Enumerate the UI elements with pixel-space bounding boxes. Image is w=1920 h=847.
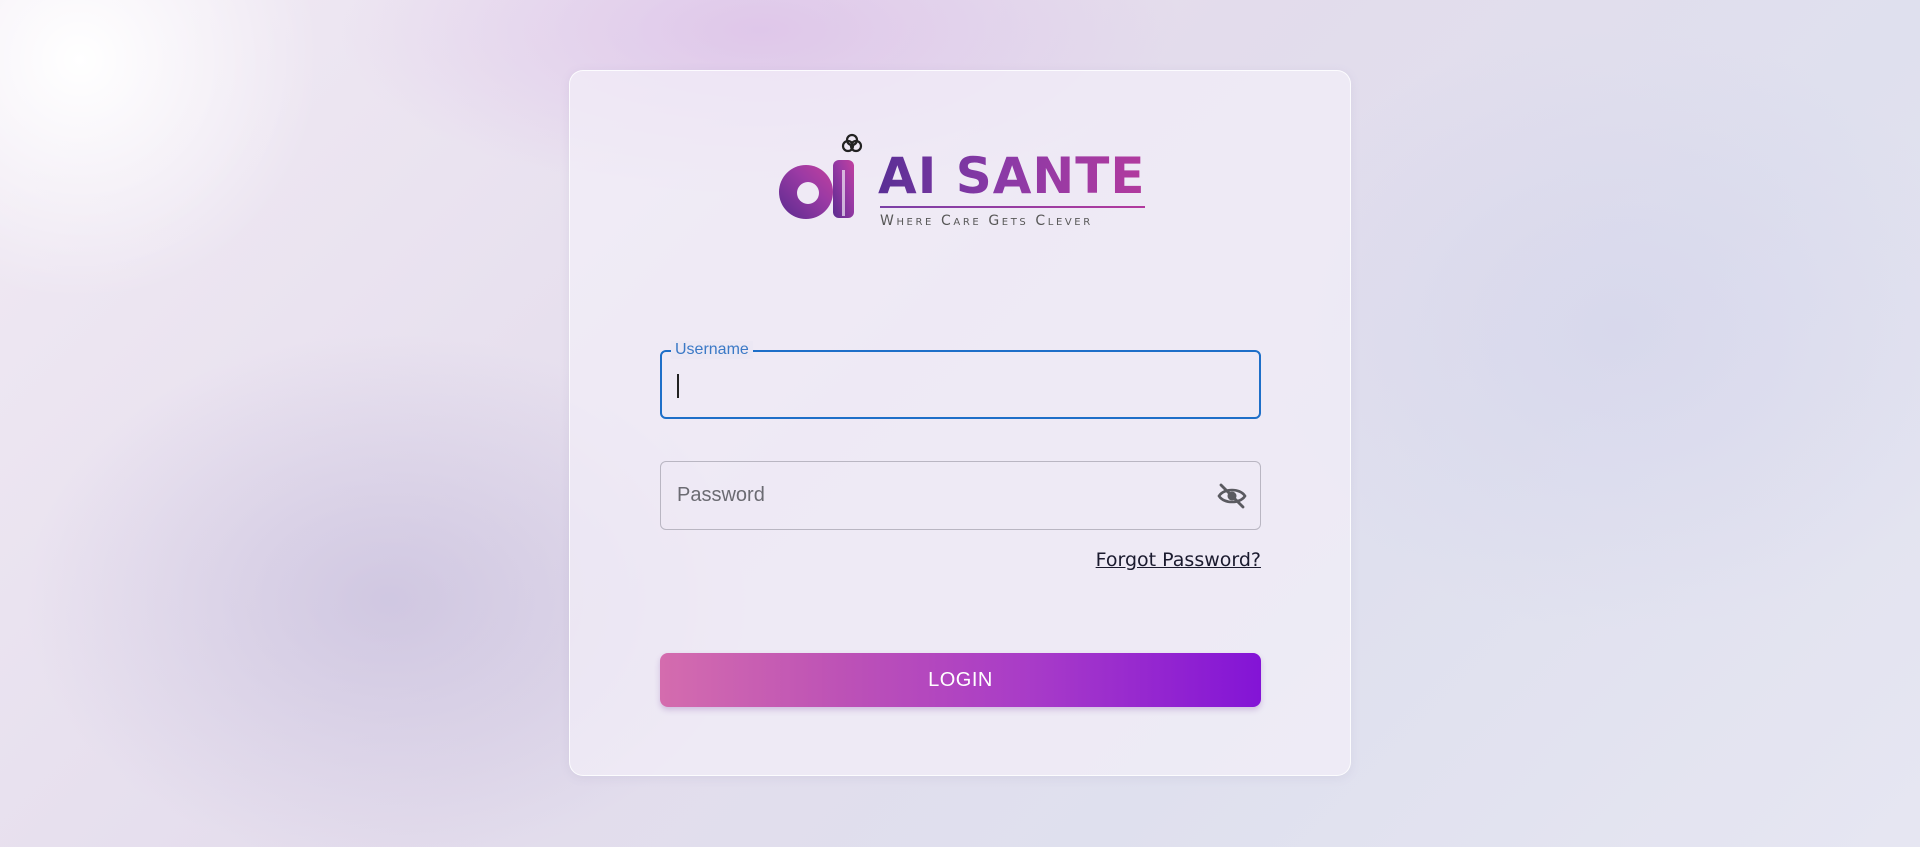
password-input[interactable] <box>677 462 1197 529</box>
brand-logo: AI SANTE Where Care Gets Clever <box>772 130 1152 230</box>
username-input[interactable] <box>678 352 1198 417</box>
brand-tagline: Where Care Gets Clever <box>880 213 1093 229</box>
eye-off-icon <box>1217 483 1247 509</box>
brand-divider <box>880 206 1145 208</box>
ai-logo-mark-icon <box>779 133 863 219</box>
password-field[interactable] <box>660 461 1261 530</box>
toggle-password-visibility-button[interactable] <box>1216 481 1248 511</box>
brand-name: AI SANTE <box>878 147 1146 205</box>
username-field[interactable]: Username <box>660 341 1261 419</box>
login-button[interactable]: LOGIN <box>660 653 1261 707</box>
forgot-password-link[interactable]: Forgot Password? <box>1096 549 1261 571</box>
